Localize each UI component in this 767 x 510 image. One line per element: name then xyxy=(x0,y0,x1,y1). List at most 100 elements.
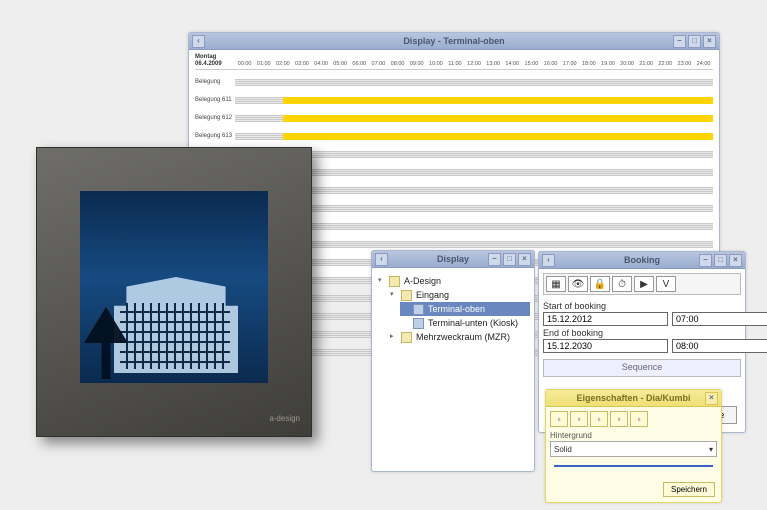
config-icon[interactable]: ▫ xyxy=(630,411,648,427)
chevron-down-icon: ▾ xyxy=(709,443,713,456)
close-icon[interactable]: × xyxy=(703,35,716,48)
minimize-icon[interactable]: – xyxy=(673,35,686,48)
end-time-input[interactable] xyxy=(672,339,767,353)
color-slider[interactable] xyxy=(550,461,717,471)
timeline-hour-scale: 00:0001:0002:0003:0004:0005:0006:0007:00… xyxy=(235,61,713,67)
tree-body: ▾ A-Design ▾ EingangTerminal-obenTerminal… xyxy=(372,268,534,350)
chevron-icon[interactable]: ▸ xyxy=(390,330,397,344)
timeline-titlebar[interactable]: ‹ Display - Terminal-oben – □ × xyxy=(189,33,719,50)
timeline-row: Belegung 613 xyxy=(195,130,713,142)
hour-tick: 17:00 xyxy=(560,61,579,67)
hour-tick: 10:00 xyxy=(426,61,445,67)
properties-title: Eigenschaften - Dia/Kumbi xyxy=(576,393,690,403)
timeline-booking-bar[interactable] xyxy=(283,97,713,104)
close-icon[interactable]: × xyxy=(705,392,718,405)
timeline-booking-bar[interactable] xyxy=(283,133,713,140)
minimize-icon[interactable]: – xyxy=(699,254,712,267)
timeline-track[interactable] xyxy=(235,97,713,104)
booking-title: Booking xyxy=(624,255,660,265)
tree-titlebar[interactable]: ‹ Display – □ × xyxy=(372,251,534,268)
maximize-icon[interactable]: □ xyxy=(503,253,516,266)
back-icon[interactable]: ‹ xyxy=(192,35,205,48)
tree-root[interactable]: ▾ A-Design xyxy=(376,274,530,288)
hour-tick: 02:00 xyxy=(273,61,292,67)
timeline-date: Montag 06.4.2009 xyxy=(195,54,235,67)
back-icon[interactable]: ‹ xyxy=(542,254,555,267)
hour-tick: 20:00 xyxy=(618,61,637,67)
timeline-row-label: Belegung 612 xyxy=(195,115,235,121)
start-time-input[interactable] xyxy=(672,312,767,326)
hour-tick: 06:00 xyxy=(350,61,369,67)
timeline-row-label: Belegung 613 xyxy=(195,133,235,139)
maximize-icon[interactable]: □ xyxy=(714,254,727,267)
copy-icon[interactable]: ▫ xyxy=(570,411,588,427)
tree-item-label: Terminal-oben xyxy=(428,302,485,316)
hour-tick: 23:00 xyxy=(675,61,694,67)
timeline-row-label: Belegung xyxy=(195,79,235,85)
chevron-icon[interactable]: ▾ xyxy=(390,288,397,302)
hour-tick: 08:00 xyxy=(388,61,407,67)
hour-tick: 15:00 xyxy=(522,61,541,67)
play-icon[interactable]: ▶ xyxy=(634,276,654,292)
back-icon[interactable]: ‹ xyxy=(375,253,388,266)
tree-item-label: Eingang xyxy=(416,288,449,302)
maximize-icon[interactable]: □ xyxy=(688,35,701,48)
start-date-input[interactable] xyxy=(543,312,668,326)
paste-icon[interactable]: ▫ xyxy=(590,411,608,427)
properties-toolbar: ▫▫▫▫▫ xyxy=(550,411,717,427)
chevron-down-icon[interactable]: ▾ xyxy=(378,274,385,288)
sequence-button[interactable]: Sequence xyxy=(543,359,741,377)
background-select[interactable]: Solid ▾ xyxy=(550,441,717,457)
timeline-row: Belegung xyxy=(195,76,713,88)
device-brand: a-design xyxy=(269,414,300,423)
lock-icon[interactable]: 🔒 xyxy=(590,276,610,292)
folder-icon xyxy=(401,290,412,301)
delete-icon[interactable]: ▫ xyxy=(610,411,628,427)
hour-tick: 03:00 xyxy=(292,61,311,67)
folder-icon xyxy=(389,276,400,287)
properties-window: Eigenschaften - Dia/Kumbi × ▫▫▫▫▫ Hinter… xyxy=(545,389,722,503)
tree-display[interactable]: Terminal-oben xyxy=(400,302,530,316)
folder-icon xyxy=(401,332,412,343)
properties-save-button[interactable]: Speichern xyxy=(663,482,715,497)
timeline-track[interactable] xyxy=(235,79,713,86)
timeline-booking-bar[interactable] xyxy=(283,115,713,122)
end-date-input[interactable] xyxy=(543,339,668,353)
background-select-value: Solid xyxy=(554,443,572,456)
new-icon[interactable]: ▫ xyxy=(550,411,568,427)
tree-display[interactable]: Terminal-unten (Kiosk) xyxy=(400,316,530,330)
tree-title: Display xyxy=(437,254,469,264)
clock-icon[interactable]: ⏱ xyxy=(612,276,632,292)
display-icon xyxy=(413,318,424,329)
validate-icon[interactable]: V xyxy=(656,276,676,292)
hour-tick: 05:00 xyxy=(331,61,350,67)
tree-item-label: Terminal-unten (Kiosk) xyxy=(428,316,518,330)
hour-tick: 24:00 xyxy=(694,61,713,67)
booking-titlebar[interactable]: ‹ Booking – □ × xyxy=(539,252,745,269)
hour-tick: 22:00 xyxy=(656,61,675,67)
preview-icon[interactable]: 👁 xyxy=(568,276,588,292)
background-label: Hintergrund xyxy=(550,431,717,440)
timeline-title: Display - Terminal-oben xyxy=(403,36,504,46)
hour-tick: 09:00 xyxy=(407,61,426,67)
display-icon xyxy=(413,304,424,315)
save-icon[interactable]: ▦ xyxy=(546,276,566,292)
hour-tick: 14:00 xyxy=(503,61,522,67)
hour-tick: 16:00 xyxy=(541,61,560,67)
hour-tick: 04:00 xyxy=(312,61,331,67)
hour-tick: 07:00 xyxy=(369,61,388,67)
tree-folder[interactable]: ▾ Eingang xyxy=(388,288,530,302)
minimize-icon[interactable]: – xyxy=(488,253,501,266)
hour-tick: 01:00 xyxy=(254,61,273,67)
hour-tick: 21:00 xyxy=(637,61,656,67)
properties-titlebar[interactable]: Eigenschaften - Dia/Kumbi × xyxy=(546,390,721,407)
timeline-track[interactable] xyxy=(235,115,713,122)
tree-folder[interactable]: ▸Mehrzweckraum (MZR) xyxy=(388,330,530,344)
display-tree-window: ‹ Display – □ × ▾ A-Design ▾EingangTermi… xyxy=(371,250,535,472)
timeline-row-label: Belegung 611 xyxy=(195,97,235,103)
end-label: End of booking xyxy=(543,326,741,339)
close-icon[interactable]: × xyxy=(518,253,531,266)
timeline-track[interactable] xyxy=(235,133,713,140)
close-icon[interactable]: × xyxy=(729,254,742,267)
hour-tick: 18:00 xyxy=(579,61,598,67)
